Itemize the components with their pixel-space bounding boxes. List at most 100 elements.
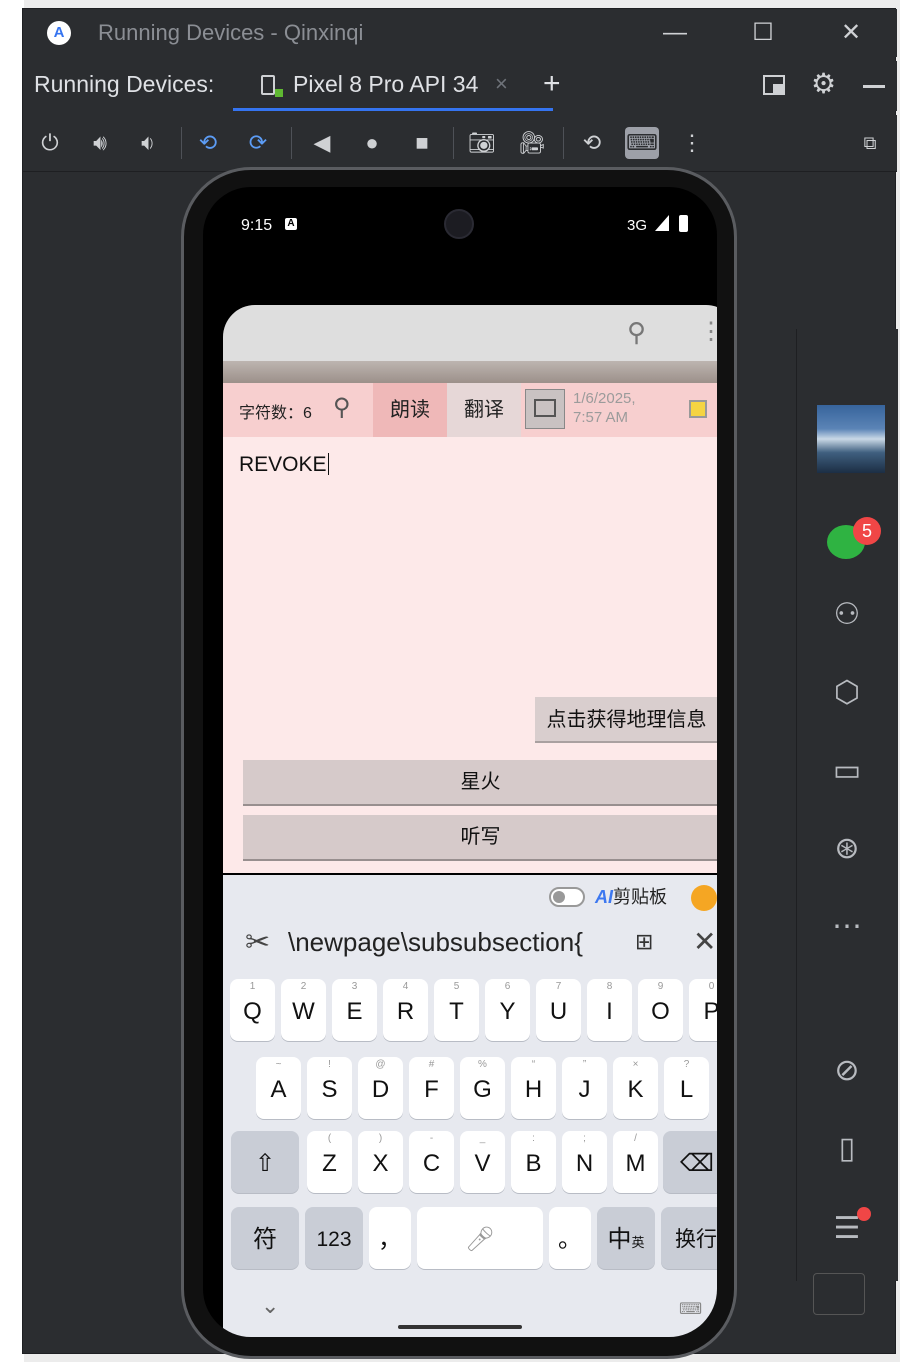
key-j[interactable]: ” J — [562, 1057, 607, 1119]
aperture-icon[interactable]: ⊛ — [827, 829, 867, 869]
numbers-key[interactable]: 123 — [305, 1207, 363, 1269]
running-devices-label: Running Devices: — [34, 71, 215, 97]
comma-key[interactable]: ， — [369, 1207, 411, 1269]
ai-clipboard-label: AI剪贴板 — [595, 887, 667, 907]
key-e[interactable]: 3E — [332, 979, 377, 1041]
more-icon[interactable]: ⋮ — [675, 127, 709, 159]
dock-icon[interactable] — [763, 75, 785, 95]
mountain-thumbnail[interactable] — [817, 405, 885, 473]
power-icon[interactable]: ⏻ — [33, 127, 67, 159]
maximize-button[interactable]: ☐ — [741, 15, 785, 51]
key-z[interactable]: (Z — [307, 1131, 352, 1193]
link-icon[interactable]: ⊘ — [827, 1051, 867, 1091]
rotate-right-icon[interactable]: ⟳ — [241, 127, 275, 159]
spark-button[interactable]: 星火 — [243, 760, 717, 806]
search-icon[interactable]: ⚲ — [333, 393, 351, 422]
mascot-icon[interactable] — [691, 885, 717, 911]
keyboard-icon[interactable]: ⌨ — [625, 127, 659, 159]
phone-icon[interactable]: ▯ — [827, 1129, 867, 1169]
period-key[interactable]: 。 — [549, 1207, 591, 1269]
close-tab-icon[interactable]: × — [495, 71, 508, 97]
shift-key[interactable]: ⇧ — [231, 1131, 299, 1193]
minus-icon[interactable] — [863, 85, 885, 88]
key-r[interactable]: 4R — [383, 979, 428, 1041]
contacts-icon[interactable]: ⚇ — [827, 595, 867, 635]
key-i[interactable]: 8I — [587, 979, 632, 1041]
key-label: C — [422, 1150, 441, 1177]
more-dots-icon[interactable]: ⋯ — [827, 907, 867, 947]
collapse-keyboard-icon[interactable]: ⌄ — [261, 1293, 279, 1319]
translate-button[interactable]: 翻译 — [447, 383, 521, 437]
tab-bar: Running Devices: Pixel 8 Pro API 34 × + … — [23, 61, 897, 111]
key-y[interactable]: 6Y — [485, 979, 530, 1041]
home-icon[interactable]: ● — [355, 127, 389, 159]
keyboard-switch-icon[interactable]: ⌨ — [679, 1299, 702, 1319]
key-o[interactable]: 9O — [638, 979, 683, 1041]
key-label: G — [473, 1076, 492, 1103]
key-q[interactable]: 1Q — [230, 979, 275, 1041]
overview-icon[interactable]: ■ — [405, 127, 439, 159]
folder-icon[interactable]: ▭ — [827, 751, 867, 791]
gesture-nav-bar[interactable] — [398, 1325, 522, 1329]
clipboard-row[interactable]: ✂ \newpage\subsubsection{ ⊞ ✕ — [223, 919, 717, 969]
screenshot-icon[interactable]: 📷︎ — [465, 127, 499, 159]
get-location-button[interactable]: 点击获得地理信息 — [535, 697, 717, 743]
read-aloud-button[interactable]: 朗读 — [373, 383, 447, 437]
volume-down-icon[interactable]: 🔉︎ — [131, 127, 165, 159]
key-c[interactable]: -C — [409, 1131, 454, 1193]
space-voice-key[interactable]: 🎤︎ — [417, 1207, 543, 1269]
status-network: 3G — [627, 217, 648, 234]
toolbar-separator — [181, 127, 182, 159]
dictation-button[interactable]: 听写 — [243, 815, 717, 861]
key-k[interactable]: × K — [613, 1057, 658, 1119]
image-icon[interactable] — [525, 389, 565, 429]
key-hint: 5 — [453, 981, 460, 992]
language-switch-key[interactable]: 中英 — [597, 1207, 655, 1269]
add-device-button[interactable]: + — [543, 67, 561, 101]
key-a[interactable]: ~ A — [256, 1057, 301, 1119]
overflow-menu-icon[interactable]: ⋮ — [699, 317, 717, 346]
gear-icon[interactable]: ⚙ — [811, 67, 836, 100]
rotate-left-icon[interactable]: ⟲ — [191, 127, 225, 159]
key-n[interactable]: ; N — [562, 1131, 607, 1193]
key-l[interactable]: ? L — [664, 1057, 709, 1119]
key-d[interactable]: @ D — [358, 1057, 403, 1119]
close-clipboard-icon[interactable]: ✕ — [693, 925, 716, 958]
clipboard-edit-icon[interactable]: ⊞ — [635, 929, 653, 955]
screenrecord-icon[interactable]: 🎥︎ — [515, 127, 549, 159]
search-icon[interactable]: ⚲ — [627, 317, 646, 348]
device-tab-label[interactable]: Pixel 8 Pro API 34 — [293, 71, 478, 98]
back-icon[interactable]: ◀ — [305, 127, 339, 159]
sticky-note-icon[interactable] — [689, 400, 707, 418]
layout-inspector-icon[interactable]: ⧉ — [853, 127, 887, 159]
enter-key[interactable]: 换行 — [661, 1207, 717, 1269]
key-g[interactable]: % G — [460, 1057, 505, 1119]
key-label: W — [292, 998, 315, 1025]
key-v[interactable]: _ V — [460, 1131, 505, 1193]
key-x[interactable]: ) X — [358, 1131, 403, 1193]
key-f[interactable]: # F — [409, 1057, 454, 1119]
ai-clipboard-toggle[interactable] — [549, 887, 585, 907]
close-window-button[interactable]: ✕ — [829, 15, 873, 51]
key-hint: % — [478, 1059, 487, 1070]
key-m[interactable]: / M — [613, 1131, 658, 1193]
volume-up-icon[interactable]: 🔊︎ — [83, 127, 117, 159]
backspace-key[interactable]: ⌫ — [663, 1131, 717, 1193]
key-b[interactable]: :B — [511, 1131, 556, 1193]
key-hint: ? — [683, 1059, 690, 1070]
symbols-key[interactable]: 符 — [231, 1207, 299, 1269]
emulator-sidebar: 5 ⚇ ⬡ ▭ ⊛ ⋯ ⊘ ▯ ☰ — [796, 329, 898, 1281]
minimize-button[interactable]: — — [653, 15, 697, 51]
key-u[interactable]: 7U — [536, 979, 581, 1041]
cube-icon[interactable]: ⬡ — [827, 673, 867, 713]
fit-screen-icon[interactable] — [813, 1273, 865, 1315]
device-toolbar: ⏻ 🔊︎ 🔉︎ ⟲ ⟳ ◀ ● ■ 📷︎ 🎥︎ ⟲ ⌨ ⋮ ⧉ — [23, 115, 897, 172]
note-text-input[interactable]: REVOKE — [239, 453, 330, 477]
key-t[interactable]: 5T — [434, 979, 479, 1041]
key-s[interactable]: ! S — [307, 1057, 352, 1119]
key-w[interactable]: 2W — [281, 979, 326, 1041]
key-h[interactable]: “H — [511, 1057, 556, 1119]
snapshot-icon[interactable]: ⟲ — [575, 127, 609, 159]
key-p[interactable]: 0P — [689, 979, 717, 1041]
key-hint: 7 — [555, 981, 562, 992]
